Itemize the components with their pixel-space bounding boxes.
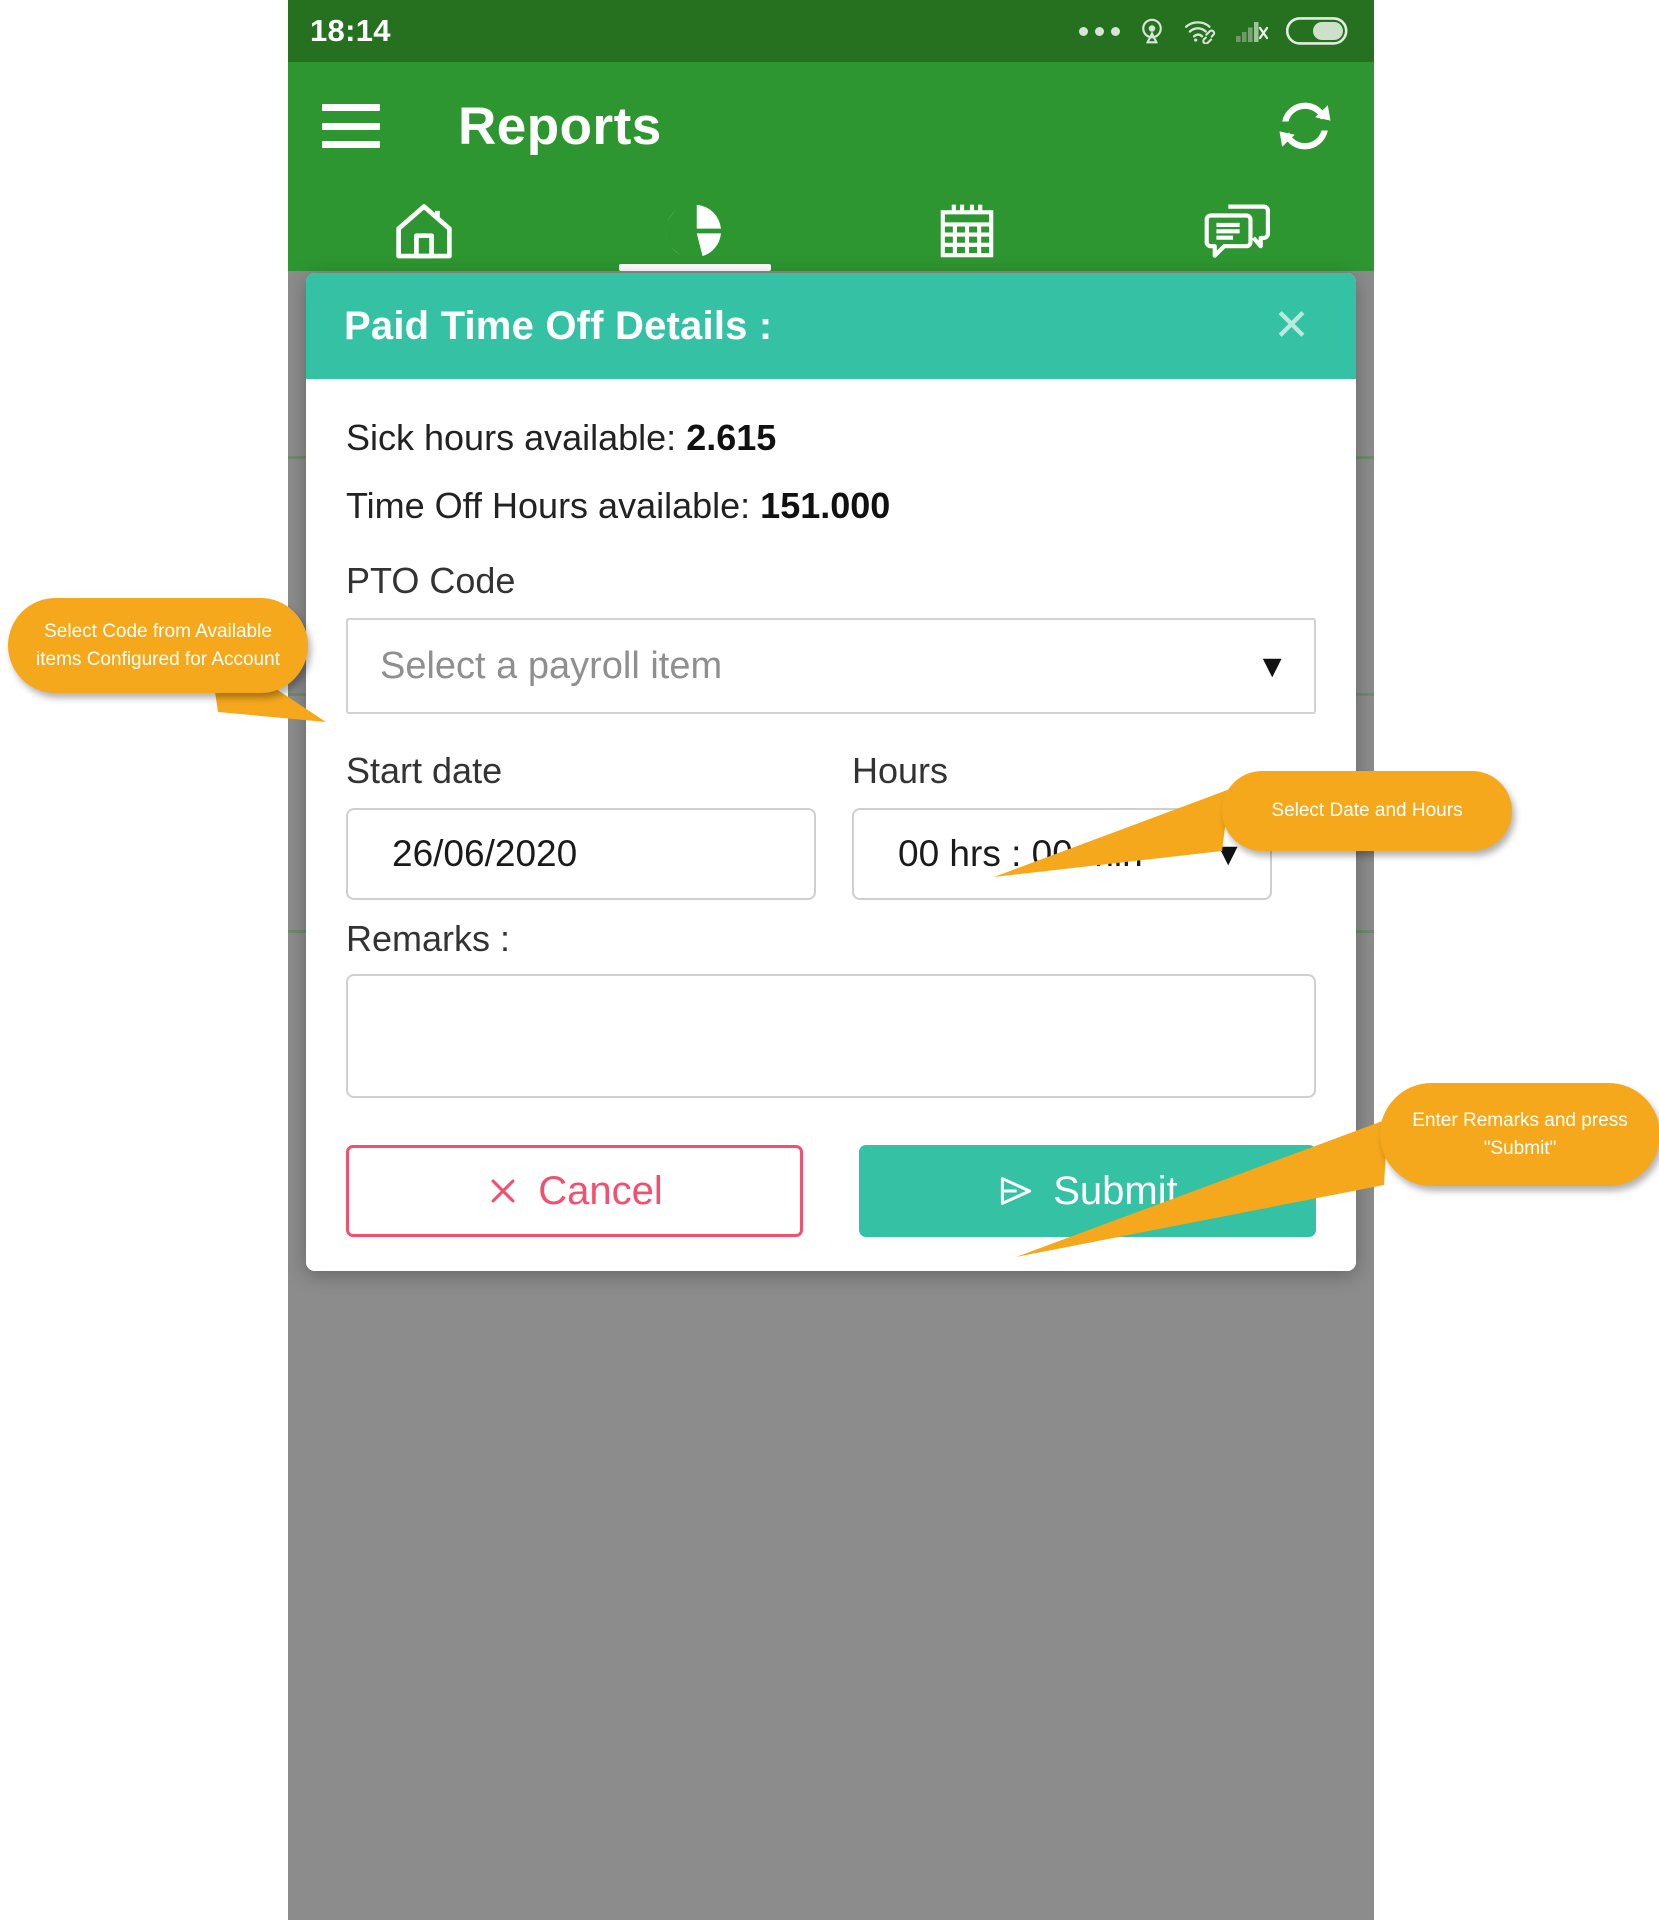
- app-bar-top-row: Reports: [288, 62, 1374, 190]
- cast-icon: [1142, 18, 1162, 44]
- hours-label: Hours: [852, 750, 949, 792]
- callout-pto-code: Select Code from Available items Configu…: [8, 598, 326, 722]
- tab-messages[interactable]: [1103, 190, 1375, 271]
- close-icon[interactable]: ✕: [1265, 300, 1318, 352]
- dialog-header: Paid Time Off Details : ✕: [306, 273, 1356, 379]
- pto-code-label: PTO Code: [346, 560, 516, 602]
- dialog-title: Paid Time Off Details :: [344, 303, 773, 348]
- battery-icon: [1286, 17, 1348, 45]
- sick-hours-value: 2.615: [686, 417, 777, 458]
- callout-date-text: Select Date and Hours: [1222, 771, 1512, 851]
- tab-reports[interactable]: [560, 190, 832, 271]
- refresh-icon[interactable]: [1266, 87, 1344, 165]
- signal-off-icon: [1236, 22, 1269, 42]
- app-bar: Reports: [288, 62, 1374, 271]
- callout-date-hours: Select Date and Hours: [994, 771, 1512, 877]
- tab-calendar[interactable]: [831, 190, 1103, 271]
- callout-tail: [1016, 1119, 1388, 1257]
- callout-pto-text: Select Code from Available items Configu…: [8, 598, 308, 694]
- remarks-input[interactable]: [346, 974, 1316, 1099]
- status-icon-group: [1079, 16, 1348, 46]
- tab-home[interactable]: [288, 190, 560, 271]
- sick-hours-row: Sick hours available: 2.615: [346, 409, 1316, 467]
- close-x-icon: [491, 1179, 515, 1203]
- status-time: 18:14: [310, 13, 391, 48]
- sick-hours-label: Sick hours available:: [346, 417, 677, 458]
- hamburger-menu-icon[interactable]: [322, 104, 380, 148]
- cancel-button[interactable]: Cancel: [346, 1145, 803, 1238]
- callout-remarks-text: Enter Remarks and press "Submit": [1380, 1083, 1659, 1187]
- time-off-hours-label: Time Off Hours available:: [346, 484, 751, 526]
- chevron-down-icon: ▼: [1256, 648, 1288, 685]
- time-off-hours-row: Time Off Hours available: 151.000: [346, 477, 1316, 535]
- tab-bar: [288, 190, 1374, 271]
- callout-remarks: Enter Remarks and press "Submit": [1016, 1083, 1659, 1257]
- time-off-hours-value: 151.000: [760, 484, 891, 526]
- more-dots-icon: [1079, 26, 1120, 36]
- status-bar: 18:14: [288, 0, 1374, 62]
- cancel-button-label: Cancel: [538, 1168, 663, 1213]
- wifi-linked-icon: [1184, 21, 1216, 44]
- page-title: Reports: [458, 96, 662, 156]
